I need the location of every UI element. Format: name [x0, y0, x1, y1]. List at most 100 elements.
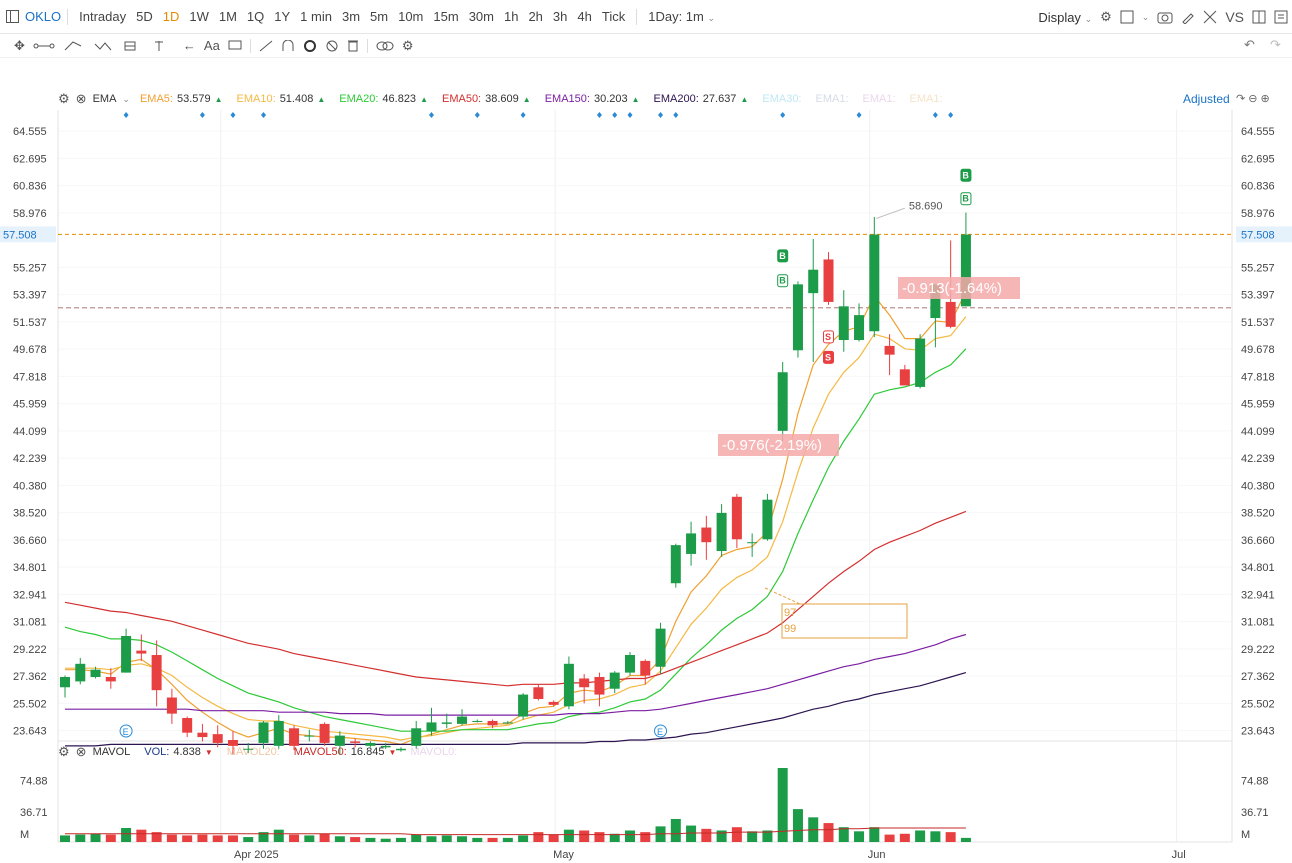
timeframe-tab[interactable]: 15m — [428, 9, 463, 24]
timeframe-tab[interactable]: 1Q — [242, 9, 269, 24]
redo-icon[interactable]: ↷ — [1270, 37, 1281, 53]
mavol-indicator-label[interactable]: MAVOL — [93, 746, 131, 758]
sidebar-toggle-icon[interactable] — [6, 10, 19, 23]
ema-legend-item[interactable]: EMA5: 53.579 ▲ — [140, 93, 223, 105]
notes-icon[interactable] — [1274, 10, 1288, 24]
price-tick-left: 64.555 — [13, 126, 47, 138]
position-icon[interactable] — [153, 40, 175, 52]
timeframe-tab[interactable]: 1W — [184, 9, 214, 24]
trade-marker-label: B — [779, 276, 786, 286]
timeframe-tab[interactable]: 10m — [393, 9, 428, 24]
ema-legend-item[interactable]: EMA20: 46.823 ▲ — [339, 93, 428, 105]
volume-tick-right: 36.71 — [1241, 807, 1269, 819]
text-tool[interactable]: Aa — [204, 38, 220, 53]
indicator-settings-icon[interactable]: ⚙ — [58, 744, 70, 760]
vs-compare-button[interactable]: VS — [1225, 9, 1244, 25]
pen-icon[interactable] — [1181, 10, 1195, 24]
volume-legend-value: 16.845 — [350, 746, 385, 758]
magnet-icon[interactable] — [281, 39, 295, 52]
candle-body — [930, 284, 941, 319]
timeframe-tab[interactable]: Intraday — [74, 9, 131, 24]
candle-body — [838, 306, 849, 341]
line-segment-icon[interactable] — [33, 40, 55, 52]
hide-drawings-icon[interactable] — [325, 39, 339, 53]
volume-legend-item[interactable]: MAVOL20: — [227, 746, 280, 758]
timeframe-tab[interactable]: 1 min — [295, 9, 337, 24]
close-indicator-icon[interactable]: ⊗ — [76, 91, 87, 107]
ema-legend-item[interactable]: EMA50: 38.609 ▲ — [442, 93, 531, 105]
change-box — [718, 434, 839, 456]
timeframe-tab[interactable]: Tick — [597, 9, 630, 24]
timeframe-tab[interactable]: 5D — [131, 9, 158, 24]
volume-legend-item[interactable]: VOL: 4.838 ▼ — [144, 746, 213, 758]
trend-line-icon[interactable] — [63, 40, 85, 52]
chevron-down-icon[interactable]: ⌄ — [122, 94, 130, 105]
settings-gear-icon[interactable]: ⚙ — [1100, 9, 1112, 25]
lock-drawings-icon[interactable] — [303, 39, 317, 53]
ema-legend-item[interactable]: EMA200: 27.637 ▲ — [654, 93, 749, 105]
timeframe-tab[interactable]: 1M — [214, 9, 242, 24]
timeframe-tab[interactable]: 1D — [158, 9, 185, 24]
undo-icon[interactable]: ↶ — [1244, 37, 1255, 53]
timeframe-tab[interactable]: 5m — [365, 9, 393, 24]
ema-indicator-label[interactable]: EMA — [93, 93, 117, 105]
arrow-left-icon[interactable]: ← — [183, 38, 196, 53]
ema-legend-item[interactable]: EMA1: — [863, 93, 896, 105]
drawing-settings-icon[interactable]: ⚙ — [402, 38, 414, 54]
volume-legend-item[interactable]: MAVOL50: 16.845 ▼ — [294, 746, 397, 758]
comment-icon[interactable] — [228, 40, 242, 52]
maximize-icon[interactable]: ⊕ — [1260, 92, 1269, 105]
price-chart[interactable]: 64.555 64.555 62.695 62.695 60.836 60.836 58.9… — [0, 0, 1292, 863]
close-indicator-icon[interactable]: ⊗ — [76, 744, 87, 760]
ema-legend-item[interactable]: EMA10: 51.408 ▲ — [237, 93, 326, 105]
timeframe-tab[interactable]: 2h — [523, 9, 547, 24]
price-tick-left: 27.362 — [13, 671, 47, 683]
ema-legend-item[interactable]: EMA1: — [816, 93, 849, 105]
chevron-down-icon: ⌄ — [707, 13, 716, 23]
ruler-icon[interactable] — [259, 40, 273, 52]
volume-bar — [945, 832, 956, 842]
candle-body — [609, 672, 620, 689]
layout-icon[interactable] — [1120, 10, 1134, 24]
candle-body — [823, 259, 834, 302]
candle-body — [121, 635, 132, 673]
display-label: Display — [1038, 9, 1081, 25]
ema-legend-item[interactable]: EMA150: 30.203 ▲ — [545, 93, 640, 105]
reset-icon[interactable]: ↷ — [1236, 92, 1245, 105]
interval-select[interactable]: 1Day: 1m ⌄ — [643, 9, 720, 24]
camera-icon[interactable] — [1157, 10, 1173, 24]
timeframe-tab[interactable]: 1Y — [269, 9, 295, 24]
volume-bar — [258, 832, 269, 842]
symbol-selector[interactable]: OKLO — [6, 9, 61, 24]
trash-icon[interactable] — [347, 39, 359, 52]
volume-bar — [457, 836, 468, 842]
expand-icon[interactable] — [1203, 10, 1217, 24]
fib-icon[interactable] — [123, 40, 145, 52]
timeframe-tab[interactable]: 30m — [464, 9, 499, 24]
indicator-settings-icon[interactable]: ⚙ — [58, 91, 70, 107]
timeframe-tab[interactable]: 1h — [499, 9, 523, 24]
ema-legend-item[interactable]: EMA30: — [762, 93, 801, 105]
ema-legend-item[interactable]: EMA1: — [910, 93, 943, 105]
chevron-down-icon[interactable]: ⌄ — [1142, 12, 1150, 23]
book-icon[interactable] — [1252, 10, 1266, 24]
volume-legend-item[interactable]: MAVOL0: — [410, 746, 457, 758]
timeframe-tab[interactable]: 4h — [572, 9, 596, 24]
display-menu[interactable]: Display ⌄ — [1038, 10, 1092, 25]
adjusted-toggle[interactable]: Adjusted — [1183, 92, 1230, 106]
timeframe-tab[interactable]: 3h — [548, 9, 572, 24]
timeframe-tab[interactable]: 3m — [337, 9, 365, 24]
symbol-label[interactable]: OKLO — [25, 9, 61, 24]
link-icon[interactable] — [376, 40, 394, 52]
crosshair-move-icon[interactable]: ✥ — [14, 38, 25, 54]
price-tick-right: 40.380 — [1241, 480, 1275, 492]
price-tick-left: 34.801 — [13, 562, 47, 574]
event-marker-icon — [596, 112, 602, 118]
zigzag-icon[interactable] — [93, 40, 115, 52]
minimize-icon[interactable]: ⊖ — [1248, 92, 1257, 105]
price-tick-left: 23.643 — [13, 726, 47, 738]
ema-legend-value: 30.203 — [593, 93, 628, 105]
ema-legend-label: EMA200: — [653, 93, 699, 105]
price-tick-left: 36.660 — [13, 535, 47, 547]
price-tick-right: 34.801 — [1241, 562, 1275, 574]
